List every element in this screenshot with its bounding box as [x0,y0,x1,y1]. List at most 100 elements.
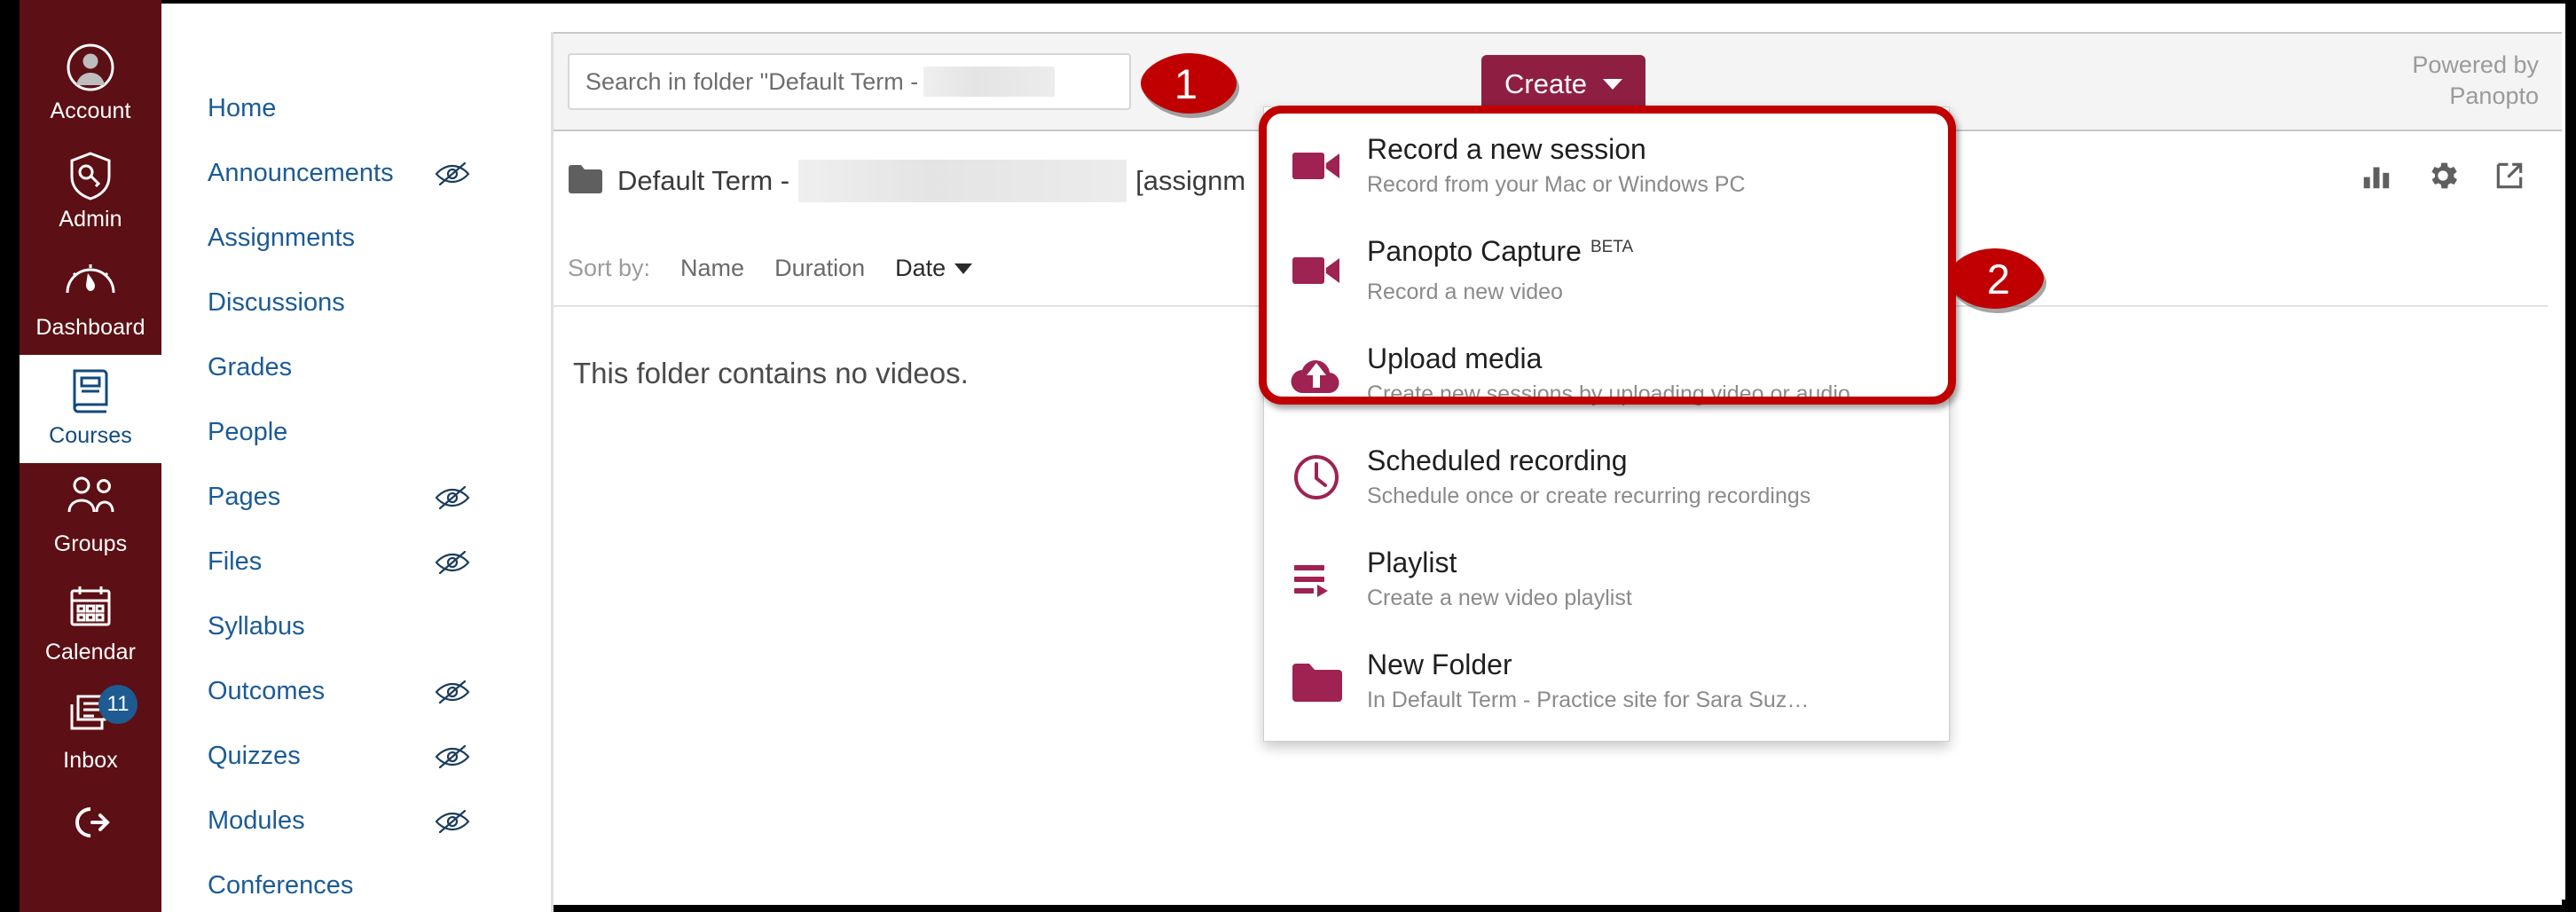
sort-by-label: Sort by: [568,254,651,281]
cloud-upload-icon [1289,356,1344,395]
course-nav-item-quizzes[interactable]: Quizzes [208,724,552,789]
create-menu-item-title: Upload media [1367,342,1543,374]
sort-option-name[interactable]: Name [680,255,744,282]
global-nav-label: Calendar [44,640,137,664]
sort-option-label: Name [680,254,745,281]
callout-2-number: 2 [1986,255,2011,303]
create-menu-item-new-folder[interactable]: New Folder In Default Term - Practice sit… [1264,630,1949,732]
playlist-icon [1289,561,1344,598]
global-nav-label: Groups [53,531,128,556]
chevron-down-icon [1603,78,1623,90]
callout-badge-2: 2 [1944,241,2053,316]
course-nav-label[interactable]: Quizzes [208,742,301,771]
course-nav-item-modules[interactable]: Modules [208,789,552,853]
book-icon [69,367,112,417]
course-nav-label[interactable]: Outcomes [208,677,325,706]
course-nav-item-conferences[interactable]: Conferences [208,853,552,912]
caret-down-icon [954,263,973,275]
callout-1-number: 1 [1174,59,1198,107]
create-menu-item-scheduled-recording[interactable]: Scheduled recording Schedule once or crea… [1264,426,1949,528]
speedometer-icon [65,259,116,309]
course-nav-item-assignments[interactable]: Assignments [208,206,552,271]
inbox-icon: 11 [67,685,137,742]
global-nav-item-dashboard[interactable]: Dashboard [20,247,161,355]
course-nav-label[interactable]: Announcements [208,159,394,188]
course-nav-item-grades[interactable]: Grades [208,335,552,400]
open-external-icon[interactable] [2493,159,2526,197]
create-menu-item-record-a-new-session[interactable]: Record a new session Record from your Mac… [1264,114,1949,216]
create-menu-item-playlist[interactable]: Playlist Create a new video playlist [1264,528,1949,630]
breadcrumb-text[interactable]: Default Term - [assignm [617,160,1245,202]
course-nav-label[interactable]: People [208,418,287,447]
create-button[interactable]: Create [1481,55,1646,113]
search-placeholder-text: Search in folder "Default Term - [585,67,919,95]
global-nav-label: Inbox [63,748,118,773]
global-nav-item-account[interactable]: Account [20,30,161,138]
course-nav-label[interactable]: Syllabus [208,612,305,641]
frame-edge-left [0,0,20,912]
search-input[interactable]: Search in folder "Default Term - [568,53,1131,110]
breadcrumb-redacted-block [798,160,1127,202]
people-icon [64,476,117,525]
course-nav-item-syllabus[interactable]: Syllabus [208,594,552,659]
course-nav-item-files[interactable]: Files [208,530,552,594]
create-dropdown-menu: Record a new session Record from your Mac… [1263,106,1950,742]
stats-icon[interactable] [2360,159,2393,197]
course-nav-label[interactable]: Home [208,94,276,123]
create-menu-item-subtitle: Record a new video [1367,279,1563,304]
create-menu-item-panopto-capture[interactable]: Panopto Capture BETA Record a new video [1264,216,1949,324]
inbox-unread-badge: 11 [98,685,137,724]
callout-badge-1: 1 [1132,46,1240,121]
course-nav-item-home[interactable]: Home [208,76,552,141]
course-nav-label[interactable]: Conferences [208,871,353,900]
breadcrumb-prefix: Default Term - [617,165,790,196]
eye-hidden-icon [435,744,470,768]
video-camera-icon [1289,252,1344,289]
course-nav-label[interactable]: Files [208,547,262,577]
account-avatar-icon [66,43,115,92]
global-nav-item-inbox[interactable]: 11 Inbox [20,680,161,788]
powered-by-line1: Powered by [2412,51,2539,78]
eye-hidden-icon [435,161,470,185]
create-menu-item-subtitle: Schedule once or create recurring record… [1367,484,1811,508]
course-nav-label[interactable]: Assignments [208,224,355,253]
course-nav-item-pages[interactable]: Pages [208,465,552,530]
eye-hidden-icon [435,550,470,574]
course-nav-label[interactable]: Discussions [208,288,345,318]
global-nav-label: Courses [49,423,132,448]
global-nav-item-calendar[interactable]: Calendar [20,571,161,680]
gear-icon[interactable] [2425,158,2461,198]
global-nav-label: Admin [59,207,122,232]
search-redacted-block [923,67,1056,97]
global-nav-label: Account [50,98,131,123]
global-nav-item-courses[interactable]: Courses [20,355,161,463]
create-menu-item-title: Panopto Capture [1367,235,1582,267]
create-menu-item-subtitle: In Default Term - Practice site for Sara… [1367,688,1810,712]
create-menu-item-title: New Folder [1367,649,1512,680]
create-menu-item-title: Playlist [1367,546,1457,578]
create-menu-item-subtitle: Create a new video playlist [1367,586,1632,610]
shield-key-icon [67,151,114,200]
logout-icon[interactable] [71,804,110,845]
global-nav-item-admin[interactable]: Admin [20,138,161,247]
sort-option-date[interactable]: Date [895,255,973,282]
create-menu-item-upload-media[interactable]: Upload media Create new sessions by uploa… [1264,324,1949,426]
frame-edge-top [0,0,2576,4]
course-nav-label[interactable]: Modules [208,806,305,836]
course-nav-label[interactable]: Pages [208,483,280,512]
sort-option-duration[interactable]: Duration [774,255,865,282]
course-nav-item-outcomes[interactable]: Outcomes [208,659,552,724]
course-nav-item-people[interactable]: People [208,400,552,465]
eye-hidden-icon [435,680,470,704]
folder-actions [2360,158,2526,198]
create-menu-item-title: Record a new session [1367,133,1646,165]
frame-edge-right [2565,0,2576,912]
course-nav-item-discussions[interactable]: Discussions [208,271,552,335]
global-nav-item-groups[interactable]: Groups [20,463,161,571]
clock-icon [1289,453,1344,501]
course-nav-item-announcements[interactable]: Announcements [208,141,552,206]
eye-hidden-icon [435,485,470,509]
create-menu-item-subtitle: Record from your Mac or Windows PC [1367,172,1746,197]
powered-by-panopto: Powered by Panopto [2412,50,2539,112]
course-nav-label[interactable]: Grades [208,353,292,382]
